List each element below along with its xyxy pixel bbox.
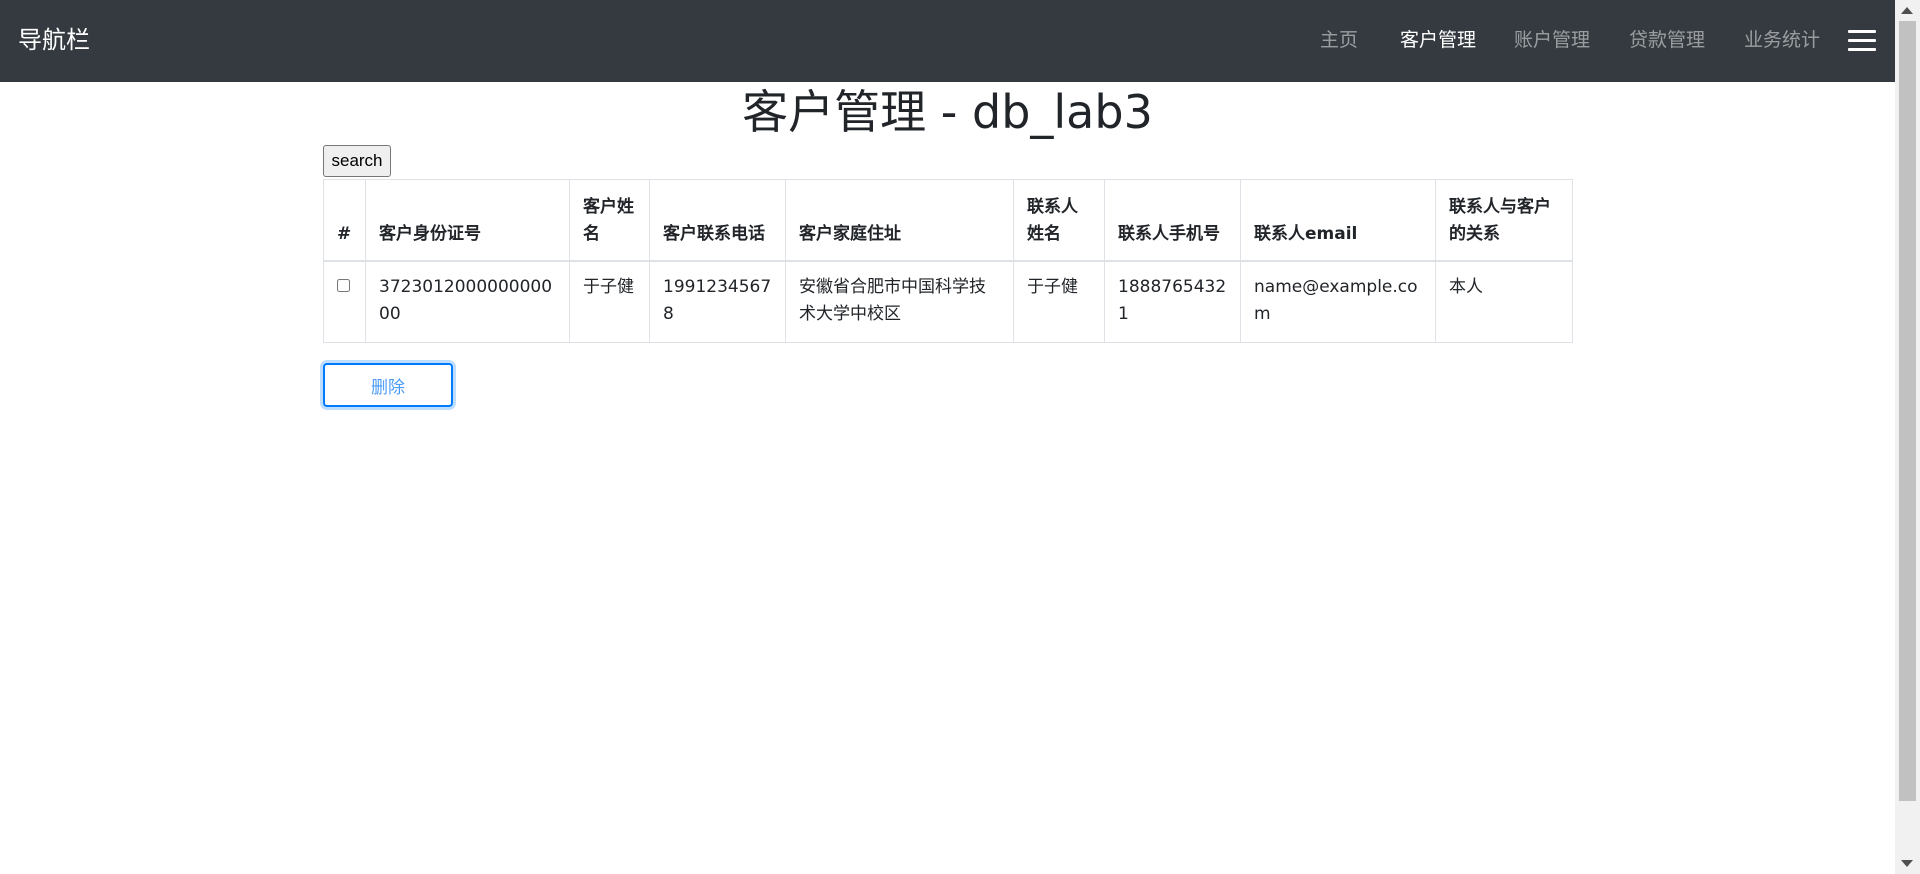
cell-address: 安徽省合肥市中国科学技术大学中校区 bbox=[785, 260, 1014, 343]
nav-item-business-statistics[interactable]: 业务统计 bbox=[1744, 26, 1820, 54]
nav-item-customer-management[interactable]: 客户管理 bbox=[1400, 26, 1476, 54]
cell-contact-name: 于子健 bbox=[1013, 260, 1105, 343]
nav-item-home[interactable]: 主页 bbox=[1320, 26, 1358, 54]
cell-phone: 19912345678 bbox=[649, 260, 786, 343]
search-button[interactable]: search bbox=[323, 145, 391, 177]
page-title: 客户管理 - db_lab3 bbox=[742, 85, 1153, 139]
column-header-phone: 客户联系电话 bbox=[649, 179, 786, 262]
cell-id-number: 372301200000000000 bbox=[365, 260, 570, 343]
navbar-brand[interactable]: 导航栏 bbox=[18, 24, 90, 56]
column-header-id-number: 客户身份证号 bbox=[365, 179, 570, 262]
table-header-row: # 客户身份证号 客户姓名 客户联系电话 客户家庭住址 联系人姓名 联系人手机号… bbox=[323, 179, 1573, 262]
cell-contact-email: name@example.com bbox=[1240, 260, 1436, 343]
navbar: 导航栏 主页 客户管理 账户管理 贷款管理 业务统计 bbox=[0, 0, 1895, 82]
scroll-up-arrow-icon[interactable] bbox=[1901, 7, 1913, 14]
cell-name: 于子健 bbox=[569, 260, 650, 343]
page: 导航栏 主页 客户管理 账户管理 贷款管理 业务统计 客户管理 - db_lab… bbox=[0, 0, 1920, 874]
hamburger-menu-icon[interactable] bbox=[1848, 30, 1876, 52]
vertical-scrollbar[interactable] bbox=[1895, 0, 1920, 874]
column-header-contact-email: 联系人email bbox=[1240, 179, 1436, 262]
customer-table: # 客户身份证号 客户姓名 客户联系电话 客户家庭住址 联系人姓名 联系人手机号… bbox=[323, 179, 1573, 343]
table-row: 372301200000000000 于子健 19912345678 安徽省合肥… bbox=[323, 260, 1573, 343]
column-header-name: 客户姓名 bbox=[569, 179, 650, 262]
cell-relation: 本人 bbox=[1435, 260, 1573, 343]
nav-item-loan-management[interactable]: 贷款管理 bbox=[1629, 26, 1705, 54]
row-select-checkbox[interactable] bbox=[337, 279, 350, 292]
cell-contact-phone: 18887654321 bbox=[1104, 260, 1241, 343]
column-header-index: # bbox=[323, 179, 366, 262]
column-header-address: 客户家庭住址 bbox=[785, 179, 1014, 262]
scroll-down-arrow-icon[interactable] bbox=[1901, 860, 1913, 867]
scrollbar-thumb[interactable] bbox=[1899, 21, 1916, 801]
column-header-relation: 联系人与客户的关系 bbox=[1435, 179, 1573, 262]
delete-button[interactable]: 删除 bbox=[323, 363, 453, 407]
row-select-cell bbox=[323, 260, 366, 343]
nav-item-account-management[interactable]: 账户管理 bbox=[1514, 26, 1590, 54]
column-header-contact-phone: 联系人手机号 bbox=[1104, 179, 1241, 262]
column-header-contact-name: 联系人姓名 bbox=[1013, 179, 1105, 262]
